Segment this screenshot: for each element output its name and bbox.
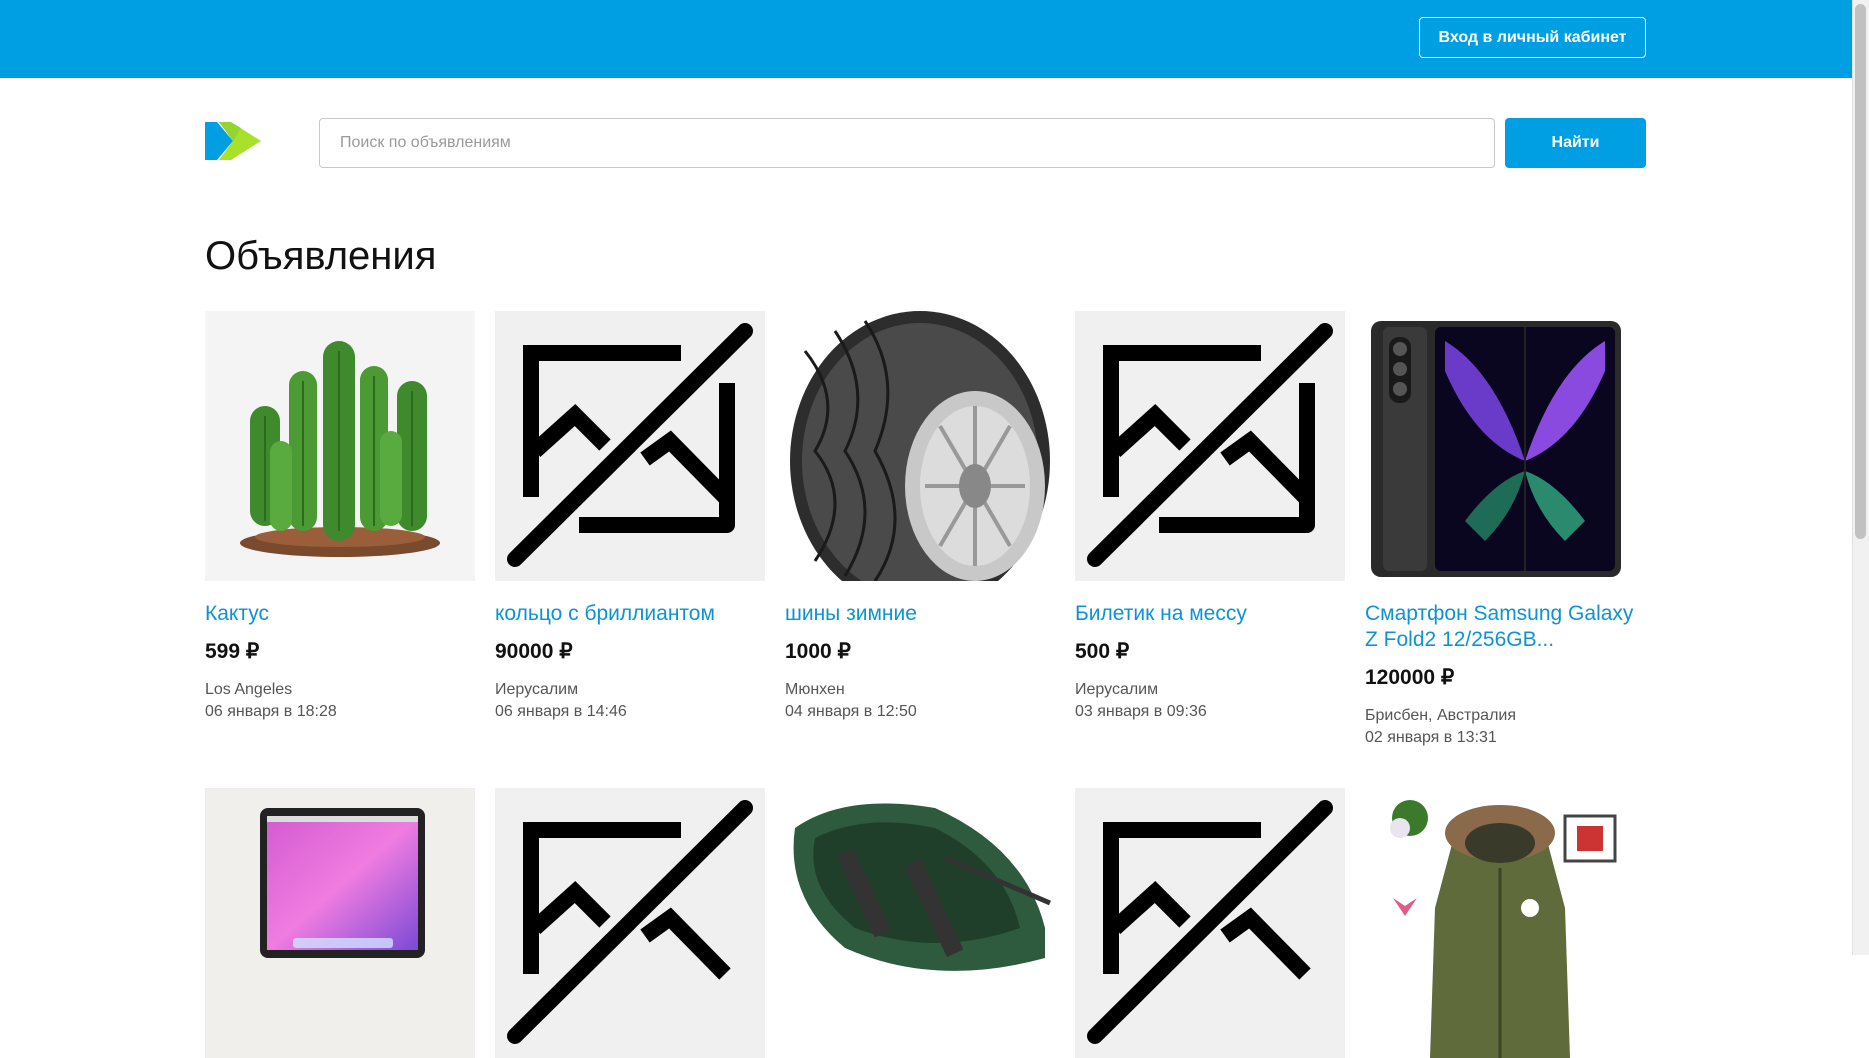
listing-image-phone[interactable]: [1365, 311, 1635, 581]
listing-title[interactable]: кольцо с бриллиантом: [495, 601, 765, 627]
listing-image-jacket[interactable]: [1365, 788, 1635, 1058]
listing-price: 500 ₽: [1075, 640, 1130, 663]
listing-card[interactable]: Кактус 599 ₽ Los Angeles 06 января в 18:…: [205, 311, 475, 721]
listing-title[interactable]: Билетик на мессу: [1075, 601, 1345, 627]
listing-image-boat[interactable]: [785, 788, 1055, 1058]
listing-title[interactable]: Кактус: [205, 601, 475, 627]
listing-card[interactable]: [785, 788, 1055, 1058]
logo-icon[interactable]: [205, 122, 261, 160]
no-image-icon[interactable]: [1075, 788, 1345, 1058]
listing-card[interactable]: [1075, 788, 1345, 1058]
listing-title[interactable]: шины зимние: [785, 601, 1055, 627]
listing-card[interactable]: Смартфон Samsung Galaxy Z Fold2 12/256GB…: [1365, 311, 1635, 747]
no-image-icon[interactable]: [495, 788, 765, 1058]
listing-date: 06 января в 18:28: [205, 703, 337, 720]
no-image-icon[interactable]: [1075, 311, 1345, 581]
listing-city: Иерусалим: [1075, 681, 1159, 698]
login-button[interactable]: Вход в личный кабинет: [1419, 17, 1646, 58]
listing-card[interactable]: Билетик на мессу 500 ₽ Иерусалим 03 янва…: [1075, 311, 1345, 721]
listing-card[interactable]: кольцо с бриллиантом 90000 ₽ Иерусалим 0…: [495, 311, 765, 721]
listing-image-cactus[interactable]: [205, 311, 475, 581]
listing-date: 03 января в 09:36: [1075, 703, 1207, 720]
no-image-icon[interactable]: [495, 311, 765, 581]
listing-price: 1000 ₽: [785, 640, 851, 663]
listing-price: 120000 ₽: [1365, 666, 1455, 689]
listing-card[interactable]: [495, 788, 765, 1058]
search-button[interactable]: Найти: [1505, 118, 1646, 168]
search-input[interactable]: [319, 118, 1495, 168]
listing-date: 02 января в 13:31: [1365, 729, 1497, 746]
listing-price: 90000 ₽: [495, 640, 573, 663]
listing-image-laptop[interactable]: [205, 788, 475, 1058]
listing-image-tire[interactable]: [785, 311, 1055, 581]
listing-title[interactable]: Смартфон Samsung Galaxy Z Fold2 12/256GB…: [1365, 601, 1635, 653]
top-bar: Вход в личный кабинет: [0, 0, 1852, 78]
listing-city: Мюнхен: [785, 681, 845, 698]
listing-card[interactable]: [1365, 788, 1635, 1058]
listing-card[interactable]: [205, 788, 475, 1058]
page-title: Объявления: [205, 234, 437, 278]
listing-city: Брисбен, Австралия: [1365, 707, 1516, 724]
listing-card[interactable]: шины зимние 1000 ₽ Мюнхен 04 января в 12…: [785, 311, 1055, 721]
scrollbar-thumb[interactable]: [1855, 4, 1866, 539]
listing-city: Иерусалим: [495, 681, 579, 698]
listing-date: 06 января в 14:46: [495, 703, 627, 720]
listing-date: 04 января в 12:50: [785, 703, 917, 720]
listing-price: 599 ₽: [205, 640, 260, 663]
listing-city: Los Angeles: [205, 681, 293, 698]
